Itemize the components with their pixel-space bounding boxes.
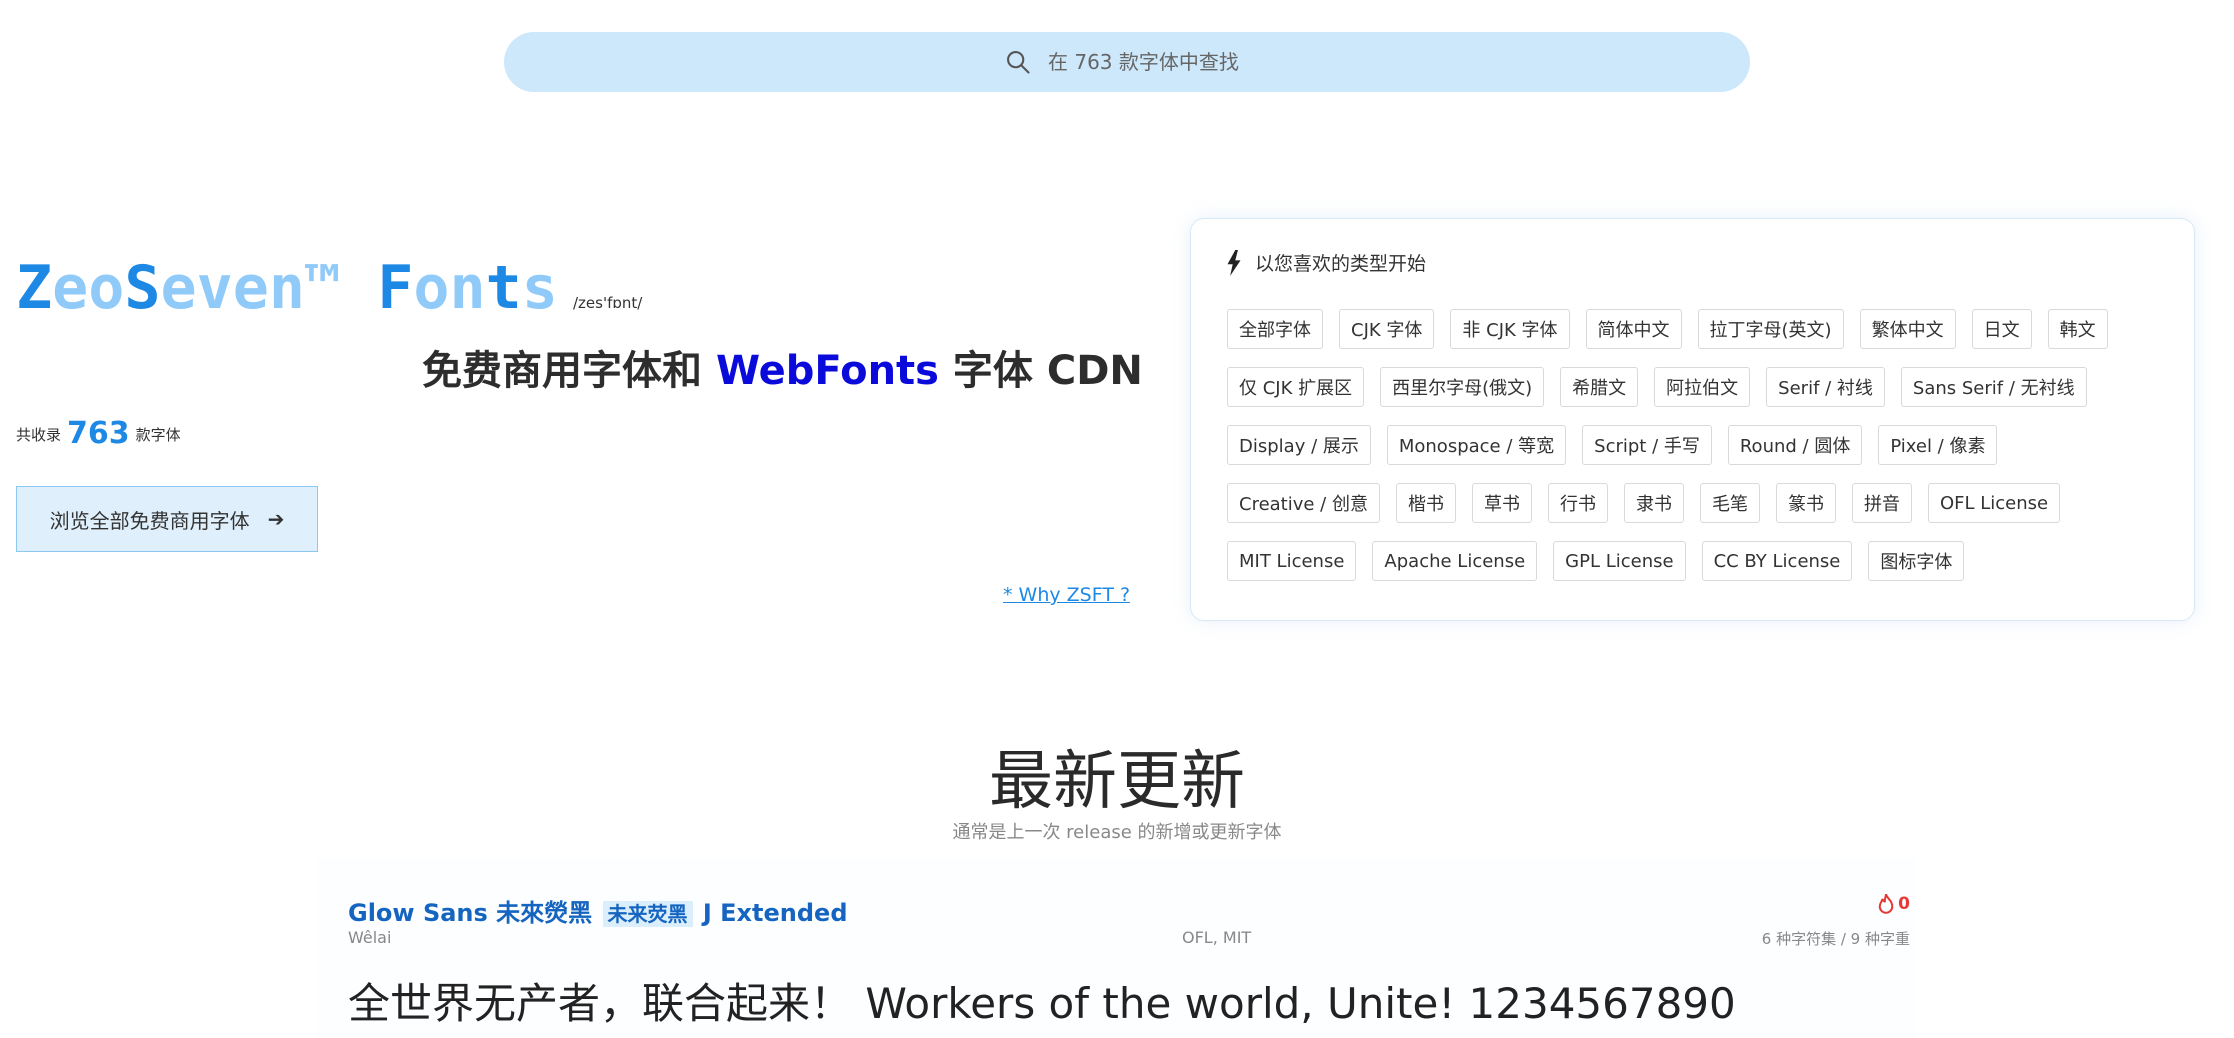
category-tag[interactable]: OFL License: [1927, 483, 2061, 523]
category-tag[interactable]: 图标字体: [1868, 541, 1965, 581]
categories-heading: 以您喜欢的类型开始: [1225, 249, 1426, 276]
search-icon: [1007, 51, 1030, 74]
font-author: Wêlai: [348, 928, 392, 947]
font-count-number: 763: [67, 416, 130, 451]
fire-icon: [1878, 894, 1894, 914]
search-bar[interactable]: [504, 32, 1750, 92]
category-tag[interactable]: 繁体中文: [1859, 309, 1956, 349]
category-tag[interactable]: 隶书: [1623, 483, 1684, 523]
category-tag[interactable]: 拼音: [1851, 483, 1912, 523]
font-preview: 全世界无产者，联合起来！ Workers of the world, Unite…: [348, 979, 1736, 1028]
font-name-link[interactable]: Glow Sans 未來熒黑 未来荧黑 J Extended: [348, 893, 848, 928]
category-tag[interactable]: Display / 展示: [1227, 425, 1371, 465]
arrow-right-icon: ➔: [267, 507, 285, 531]
latest-title: 最新更新: [989, 745, 1245, 819]
category-tag[interactable]: 篆书: [1775, 483, 1836, 523]
category-tag[interactable]: MIT License: [1227, 541, 1357, 581]
category-tag[interactable]: GPL License: [1553, 541, 1686, 581]
category-tag[interactable]: 仅 CJK 扩展区: [1227, 367, 1365, 407]
category-tag[interactable]: Sans Serif / 无衬线: [1900, 367, 2087, 407]
category-tags: 全部字体 CJK 字体非 CJK 字体 简体中文 拉丁字母(英文) 繁体中文 日文 韩文仅 …: [1227, 309, 2177, 599]
font-license: OFL, MIT: [1182, 928, 1252, 947]
hot-count: 0: [1878, 894, 1910, 914]
phonetic: /zes'fɒnt/: [573, 294, 643, 312]
category-tag[interactable]: 楷书: [1395, 483, 1456, 523]
category-tag[interactable]: 拉丁字母(英文): [1697, 309, 1844, 349]
font-count: 共收录 763 款字体: [16, 416, 181, 451]
category-tag[interactable]: Apache License: [1372, 541, 1538, 581]
category-tag[interactable]: 毛笔: [1699, 483, 1760, 523]
lightning-icon: [1227, 249, 1241, 276]
category-tag[interactable]: CC BY License: [1701, 541, 1853, 581]
category-tag[interactable]: 简体中文: [1585, 309, 1682, 349]
category-tag[interactable]: 非 CJK 字体: [1450, 309, 1570, 349]
category-tag[interactable]: Creative / 创意: [1227, 483, 1380, 523]
category-tag[interactable]: Round / 圆体: [1727, 425, 1863, 465]
category-tag[interactable]: CJK 字体: [1339, 309, 1435, 349]
category-tag[interactable]: 全部字体: [1227, 309, 1323, 349]
category-tag[interactable]: 日文: [1971, 309, 2032, 349]
category-tag[interactable]: Serif / 衬线: [1766, 367, 1885, 407]
font-meta: 6 种字符集 / 9 种字重: [1761, 930, 1910, 948]
category-tag[interactable]: Monospace / 等宽: [1386, 425, 1567, 465]
category-tag[interactable]: 行书: [1547, 483, 1608, 523]
search-input[interactable]: [1046, 49, 1250, 75]
site-logo: ZeoSeven™ Fonts: [16, 253, 558, 323]
category-tag[interactable]: 阿拉伯文: [1654, 367, 1751, 407]
why-zsft-link[interactable]: * Why ZSFT ?: [1003, 584, 1130, 606]
category-tag[interactable]: 韩文: [2047, 309, 2108, 349]
category-tag[interactable]: 希腊文: [1560, 367, 1639, 407]
category-tag[interactable]: Pixel / 像素: [1878, 425, 1998, 465]
category-tag[interactable]: Script / 手写: [1582, 425, 1712, 465]
latest-subtitle: 通常是上一次 release 的新增或更新字体: [952, 822, 1282, 843]
category-tag[interactable]: 草书: [1471, 483, 1532, 523]
tagline: 免费商用字体和 WebFonts 字体 CDN: [422, 348, 1143, 394]
categories-card: 以您喜欢的类型开始 全部字体 CJK 字体非 CJK 字体 简体中文 拉丁字母(英文)…: [1190, 218, 2195, 621]
category-tag[interactable]: 西里尔字母(俄文): [1380, 367, 1545, 407]
font-alias-badge: 未来荧黑: [602, 901, 693, 927]
browse-all-button[interactable]: 浏览全部免费商用字体 ➔: [16, 486, 318, 552]
